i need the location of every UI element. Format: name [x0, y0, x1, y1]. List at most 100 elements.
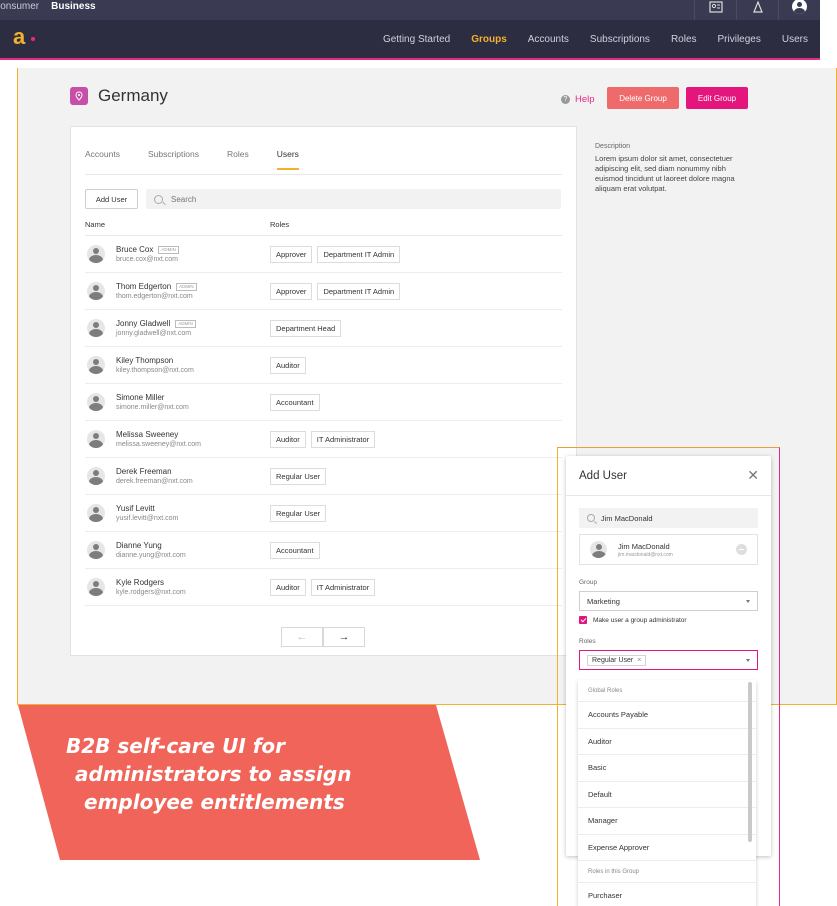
dropdown-item[interactable]: Expense Approver [578, 835, 756, 861]
user-name-line: Simone Miller [116, 393, 270, 402]
nav-users[interactable]: Users [782, 34, 808, 45]
user-name: Bruce Cox [116, 245, 154, 254]
nav-groups[interactable]: Groups [471, 34, 507, 45]
table-header: Name Roles [85, 220, 562, 236]
user-info: Simone Miller simone.miller@nxt.com [116, 393, 270, 411]
table-row[interactable]: Kiley Thompson kiley.thompson@nxt.com Au… [85, 347, 562, 384]
logo-icon: a [13, 24, 43, 54]
help-link[interactable]: ? Help [561, 94, 595, 105]
card-icon[interactable] [694, 0, 736, 20]
banner-line-3: employee entitlements [84, 790, 345, 814]
group-select[interactable]: Marketing [579, 591, 758, 611]
delete-group-button[interactable]: Delete Group [607, 87, 679, 109]
selected-user-email: jim.macdonald@nxt.com [618, 551, 673, 558]
user-email: dianne.yung@nxt.com [116, 552, 186, 559]
panel-title: Add User [579, 469, 627, 482]
search-icon [587, 514, 595, 522]
dropdown-item[interactable]: Basic [578, 755, 756, 782]
user-roles: Auditor IT Administrator [270, 578, 380, 596]
tab-subscriptions[interactable]: Subscriptions [148, 149, 199, 174]
table-row[interactable]: Bruce Cox ADMIN bruce.cox@nxt.com Approve… [85, 236, 562, 273]
role-chip: Regular User [270, 467, 327, 485]
table-row[interactable]: Kyle Rodgers kyle.rodgers@nxt.com Audito… [85, 569, 562, 606]
user-info: Melissa Sweeney melissa.sweeney@nxt.com [116, 430, 270, 448]
user-name: Jonny Gladwell [116, 319, 171, 328]
dropdown-scrollbar[interactable] [748, 682, 752, 842]
user-name-line: Kiley Thompson [116, 356, 270, 365]
promo-banner: B2B self-care UI for administrators to a… [18, 705, 480, 860]
panel-header: Add User ✕ [566, 456, 771, 496]
avatar [87, 467, 105, 485]
nav-privileges[interactable]: Privileges [718, 34, 761, 45]
table-row[interactable]: Thom Edgerton ADMIN thom.edgerton@nxt.com… [85, 273, 562, 310]
admin-badge: ADMIN [175, 319, 196, 328]
user-email: yusif.levitt@nxt.com [116, 515, 179, 522]
edit-group-button[interactable]: Edit Group [686, 87, 748, 109]
nav-roles[interactable]: Roles [671, 34, 697, 45]
role-tag: Regular User × [587, 654, 647, 666]
group-select-value: Marketing [587, 596, 620, 606]
user-name: Kyle Rodgers [116, 578, 165, 587]
user-name: Melissa Sweeney [116, 430, 179, 439]
pagination: ← → [281, 627, 365, 647]
roles-select[interactable]: Regular User × [579, 650, 758, 670]
tab-business[interactable]: Business [51, 1, 95, 12]
avatar [87, 393, 105, 411]
user-name-line: Yusif Levitt [116, 504, 270, 513]
user-search-input[interactable] [600, 513, 758, 523]
admin-checkbox-label: Make user a group administrator [593, 616, 687, 624]
nav-accounts[interactable]: Accounts [528, 34, 569, 45]
selected-user: Jim MacDonald jim.macdonald@nxt.com [579, 534, 758, 565]
user-roles: Regular User [270, 467, 331, 485]
tab-consumer[interactable]: Consumer [0, 1, 39, 12]
admin-checkbox-row[interactable]: Make user a group administrator [579, 616, 758, 624]
nav-links: Getting Started Groups Accounts Subscrip… [362, 34, 808, 45]
user-email: melissa.sweeney@nxt.com [116, 441, 201, 448]
dropdown-item[interactable]: Purchaser [578, 883, 756, 906]
add-user-button[interactable]: Add User [85, 189, 138, 209]
dropdown-item[interactable]: Manager [578, 808, 756, 835]
dropdown-group-header: Roles in this Group [578, 861, 756, 883]
user-name: Yusif Levitt [116, 504, 155, 513]
location-pin-icon [70, 87, 88, 105]
avatar [87, 541, 105, 559]
table-row[interactable]: Simone Miller simone.miller@nxt.com Acco… [85, 384, 562, 421]
table-row[interactable]: Jonny Gladwell ADMIN jonny.gladwell@nxt.c… [85, 310, 562, 347]
tab-roles[interactable]: Roles [227, 149, 249, 174]
column-roles: Roles [270, 220, 290, 229]
tag-remove-icon[interactable]: × [637, 657, 641, 664]
nav-getting-started[interactable]: Getting Started [383, 34, 450, 45]
tab-users[interactable]: Users [276, 149, 299, 174]
user-avatar-icon[interactable] [778, 0, 820, 20]
group-tabs: Accounts Subscriptions Roles Users [85, 149, 562, 175]
user-email: kiley.thompson@nxt.com [116, 367, 194, 374]
tab-accounts[interactable]: Accounts [85, 149, 120, 174]
users-toolbar: Add User [85, 189, 576, 209]
admin-checkbox[interactable] [579, 616, 587, 624]
role-chip: Regular User [270, 504, 327, 522]
users-card: Accounts Subscriptions Roles Users Add U… [70, 126, 577, 656]
brand-a-icon[interactable] [736, 0, 778, 20]
help-label: Help [575, 94, 595, 105]
group-roles-list: Purchaser [578, 883, 756, 906]
table-row[interactable]: Derek Freeman derek.freeman@nxt.com Regu… [85, 458, 562, 495]
role-chip: Auditor [270, 578, 306, 596]
table-row[interactable]: Melissa Sweeney melissa.sweeney@nxt.com … [85, 421, 562, 458]
dropdown-item[interactable]: Default [578, 782, 756, 808]
user-roles: Approver Department IT Admin [270, 282, 405, 300]
prev-page-button[interactable]: ← [281, 627, 323, 647]
user-email: jonny.gladwell@nxt.com [116, 330, 192, 337]
top-bar: Consumer Business [0, 0, 820, 20]
table-row[interactable]: Yusif Levitt yusif.levitt@nxt.com Regula… [85, 495, 562, 532]
next-page-button[interactable]: → [323, 627, 365, 647]
table-row[interactable]: Dianne Yung dianne.yung@nxt.com Accounta… [85, 532, 562, 569]
nav-subscriptions[interactable]: Subscriptions [590, 34, 650, 45]
remove-user-icon[interactable] [736, 544, 747, 555]
dropdown-group-header: Global Roles [578, 680, 756, 702]
user-info: Thom Edgerton ADMIN thom.edgerton@nxt.com [116, 282, 270, 300]
search-input[interactable] [171, 194, 471, 204]
dropdown-item[interactable]: Accounts Payable [578, 702, 756, 729]
close-icon[interactable]: ✕ [747, 467, 759, 484]
dropdown-item[interactable]: Auditor [578, 729, 756, 755]
user-email: bruce.cox@nxt.com [116, 256, 178, 263]
